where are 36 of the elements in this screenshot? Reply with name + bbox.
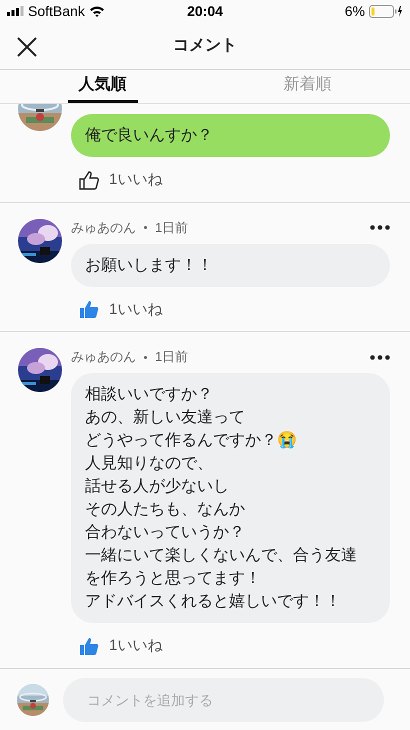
like-button[interactable]: 1いいね: [79, 635, 162, 658]
post-time: 1日前: [155, 348, 188, 366]
like-button[interactable]: 1いいね: [79, 298, 162, 321]
comment-text-line: 相談いいですか？: [85, 384, 214, 405]
thumbs-up-icon: [79, 300, 99, 320]
screen-title: コメント: [173, 36, 237, 56]
clock-time: 20:04: [187, 2, 223, 20]
like-button[interactable]: 1いいね: [79, 169, 162, 192]
sort-tab[interactable]: 人気順: [68, 70, 138, 103]
comment-input-field[interactable]: コメントを追加する: [63, 678, 384, 722]
comment-text-line: 一緒にいて楽しくないんで、合う友達: [85, 546, 358, 566]
comment-text-line: あの、新しい友達って: [85, 408, 246, 428]
thumbs-up-icon: [79, 170, 99, 190]
comment-text-line: 人見知りなので、: [85, 454, 214, 474]
comment-text-line: どうやって作るんですか？😭: [85, 430, 298, 451]
author-name: みゅあのん: [71, 218, 136, 237]
author-name: みゅあのん: [71, 348, 136, 366]
comment-text-line: 話せる人が少ないし: [85, 476, 230, 497]
battery-percent: 6%: [344, 2, 365, 20]
signal-icon: [7, 6, 24, 16]
carrier-name: SoftBank: [28, 2, 85, 20]
thumbs-up-icon: [79, 636, 99, 656]
more-icon: [370, 225, 390, 230]
post-time: 1日前: [155, 218, 188, 237]
battery-icon: [369, 4, 403, 18]
wifi-icon: [88, 5, 105, 17]
close-icon: [16, 36, 38, 58]
comment-text-line: 俺で良いんすか？: [85, 126, 214, 146]
more-icon: [370, 354, 390, 360]
comment-text-line: その人たちも、なんか: [85, 500, 246, 520]
more-button[interactable]: [370, 225, 390, 230]
comment-text-line: お願いします！！: [85, 256, 214, 276]
comment-text-line: アドバイスくれると嬉しいです！！: [85, 592, 342, 612]
comment-text-line: 合わないっていうか？: [85, 523, 246, 543]
comment-text-line: を作ろうと思ってます！: [85, 569, 262, 589]
more-button[interactable]: [370, 354, 390, 360]
